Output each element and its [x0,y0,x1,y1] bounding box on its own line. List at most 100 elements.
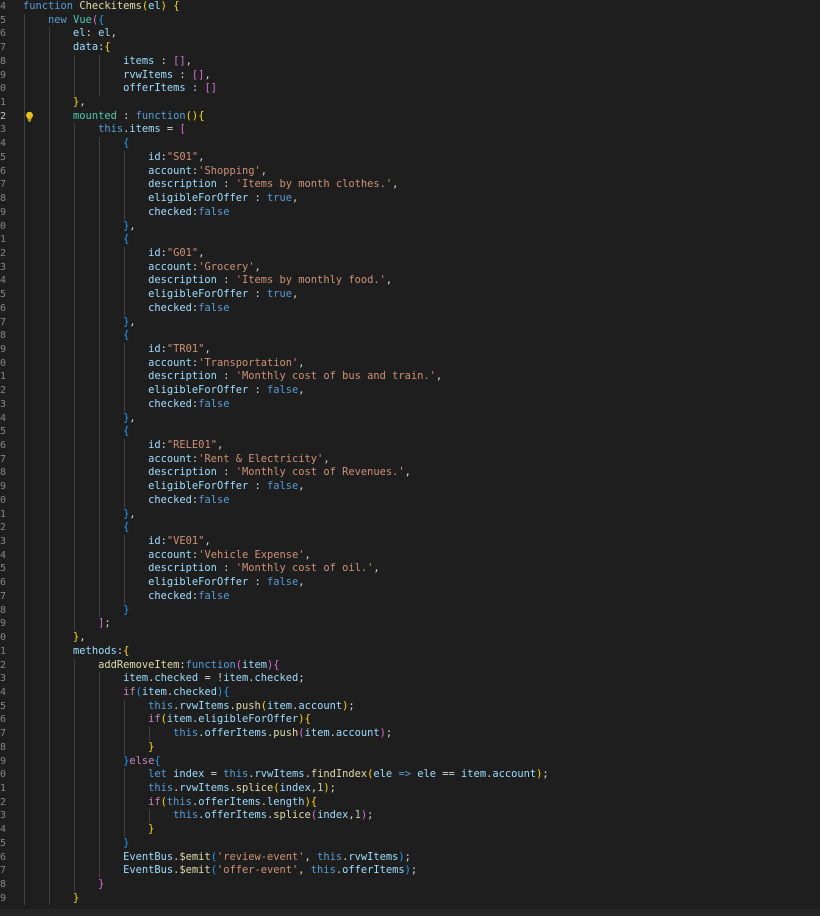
code-line[interactable]: 5 } [0,836,820,851]
code-line[interactable]: 1 { [0,233,820,247]
code-line[interactable]: 3 id:"VE01", [0,535,820,549]
code-line[interactable]: 7 this.offerItems.push(item.account); [0,727,820,741]
code-line[interactable]: 4 account:'Vehicle Expense', [0,548,820,563]
code-token: $emit [179,864,211,877]
code-line[interactable]: 2 id:"G01", [0,246,820,261]
code-token: checked [154,672,199,685]
code-line[interactable]: 6 el: el, [0,27,820,42]
code-line[interactable]: 8 eligibleForOffer : true, [0,192,820,206]
code-line[interactable]: 8 } [0,740,820,755]
code-line[interactable]: 4 if(item.checked){ [0,685,820,700]
code-token: ele [373,768,393,781]
line-code: { [23,329,129,343]
code-line[interactable]: 1 methods:{ [0,644,820,659]
code-token: checked [148,397,192,410]
code-line[interactable]: 9 rvwItems : [], [0,68,820,83]
code-line[interactable]: 6 account:'Shopping', [0,164,820,179]
code-line[interactable]: 4 }, [0,411,820,426]
code-line[interactable]: 2 eligibleForOffer : false, [0,384,820,398]
code-line[interactable]: 2 addRemoveItem:function(item){ [0,658,820,673]
code-line[interactable]: 3 this.offerItems.splice(index,1); [0,809,820,824]
code-line[interactable]: 0 offerItems : [] [0,82,820,97]
code-line[interactable]: 8 { [0,329,820,343]
code-line[interactable]: 7 EventBus.$emit('offer-event', this.off… [0,864,820,878]
code-line[interactable]: 7 account:'Rent & Electricity', [0,452,820,467]
code-line[interactable]: 6 EventBus.$emit('review-event', this.rv… [0,850,820,865]
code-line[interactable]: 5 this.rvwItems.push(item.account); [0,699,820,714]
code-line[interactable]: 1 }, [0,96,820,110]
code-line[interactable]: 9 checked:false [0,205,820,220]
code-token: , [204,68,211,81]
code-line[interactable]: 7 checked:false [0,589,820,604]
code-line[interactable]: 7 description : 'Items by month clothes.… [0,178,820,193]
code-line[interactable]: 0 account:'Transportation', [0,356,820,371]
code-token: , [110,27,117,40]
code-line[interactable]: 6 if(item.eligibleForOffer){ [0,713,820,728]
code-token: 'offer-event' [216,864,299,877]
code-token: , [292,192,299,205]
code-line[interactable]: 4 function Checkitems(el) { [0,0,820,14]
code-line[interactable]: 3 item.checked = !item.checked; [0,672,820,686]
code-line[interactable]: 4 { [0,137,820,151]
code-line[interactable]: 1 description : 'Monthly cost of bus and… [0,370,820,385]
code-token: , [129,411,136,424]
horizontal-scrollbar[interactable] [0,909,820,916]
code-line[interactable]: 1 }, [0,507,820,522]
code-token: 'Grocery' [198,260,255,273]
code-token: 'Transportation' [198,356,299,369]
code-line[interactable]: 5 eligibleForOffer : true, [0,288,820,302]
code-token: = [204,768,224,781]
code-token: offerItems [123,82,186,95]
code-token: if [148,713,161,726]
code-line[interactable]: 7 data:{ [0,41,820,55]
line-number: 0 [0,357,7,369]
code-line[interactable]: 0 let index = this.rvwItems.findIndex(el… [0,768,820,782]
code-line[interactable]: 3 checked:false [0,397,820,412]
code-token: el [73,27,86,40]
code-line[interactable]: 6 checked:false [0,301,820,316]
code-line[interactable]: 2 { [0,521,820,536]
code-line[interactable]: 9 } [0,891,820,906]
code-line[interactable]: 5 description : 'Monthly cost of oil.', [0,562,820,577]
code-token: ; [104,617,111,630]
code-line[interactable]: 4 description : 'Items by monthly food.'… [0,274,820,289]
code-token: , [404,466,411,479]
code-token: false [198,205,230,218]
code-line[interactable]: 9 }else{ [0,754,820,769]
code-line[interactable]: 0 }, [0,631,820,645]
code-line[interactable]: 8 } [0,878,820,892]
code-line[interactable]: 3 this.items = [ [0,123,820,138]
line-number: 5 [0,837,7,849]
code-token: "G01" [166,246,199,259]
code-line[interactable]: 9 ]; [0,617,820,632]
code-line[interactable]: 6 id:"RELE01", [0,439,820,453]
code-line[interactable]: 8 } [0,603,820,618]
code-line[interactable]: 8 description : 'Monthly cost of Revenue… [0,466,820,481]
code-line[interactable]: 6 eligibleForOffer : false, [0,576,820,590]
code-token: item [461,768,487,781]
code-line[interactable]: 9 id:"TR01", [0,342,820,357]
code-line[interactable]: 9 eligibleForOffer : false, [0,480,820,494]
code-line[interactable]: 7 }, [0,315,820,330]
code-line[interactable]: 8 items : [], [0,54,820,69]
code-line[interactable]: 0 checked:false [0,493,820,508]
code-line[interactable]: 2 if(this.offerItems.length){ [0,795,820,810]
code-editor[interactable]: 4 function Checkitems(el) {5 new Vue({6 e… [0,0,820,909]
code-line[interactable]: 0 }, [0,219,820,234]
code-line[interactable]: 5 new Vue({ [0,13,820,28]
code-line[interactable]: 5 id:"S01", [0,150,820,165]
code-token: [] [204,82,217,95]
code-line[interactable]: 1 this.rvwItems.splice(index,1); [0,781,820,796]
code-line[interactable]: 5 { [0,425,820,439]
code-line[interactable]: 2 mounted : function(){ [0,109,820,124]
code-token: checked [254,672,299,685]
line-number: 4 [0,275,7,287]
code-line[interactable]: 4 } [0,823,820,837]
line-code: account:'Vehicle Expense', [23,549,311,563]
code-line[interactable]: 3 account:'Grocery', [0,260,820,275]
